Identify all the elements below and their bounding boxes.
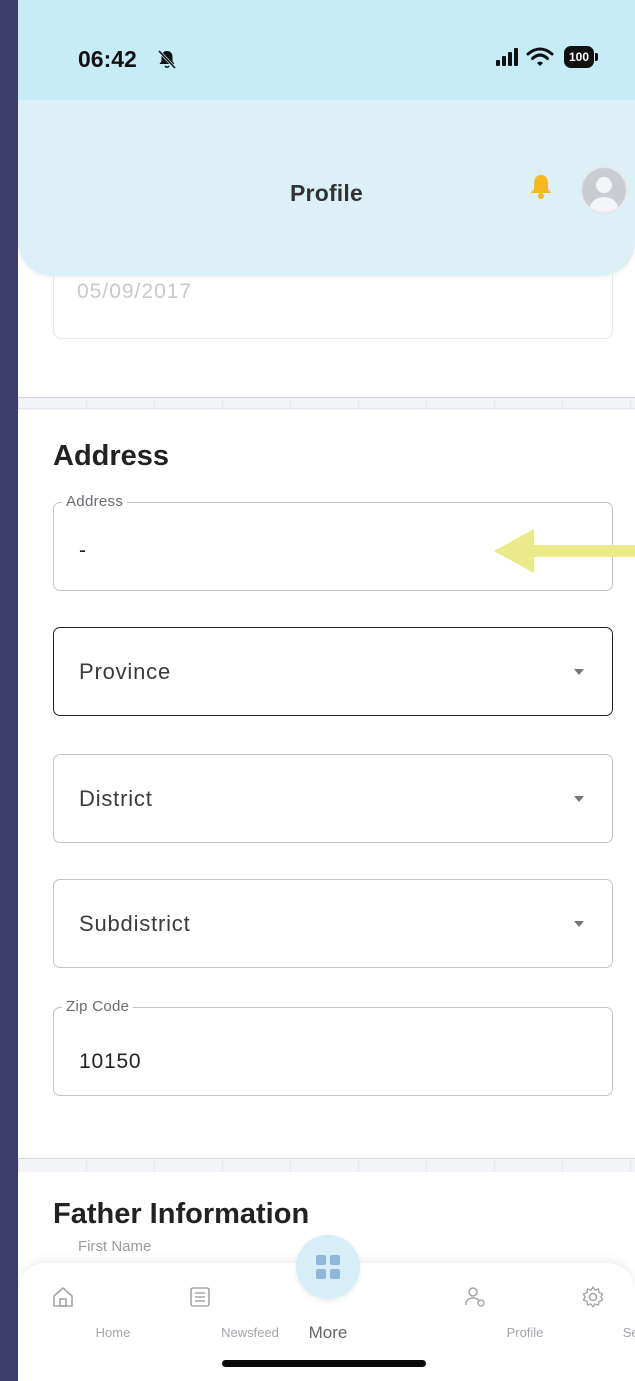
chevron-down-icon bbox=[574, 796, 584, 802]
bell-muted-icon bbox=[156, 48, 178, 75]
subdistrict-select[interactable]: Subdistrict bbox=[53, 879, 613, 968]
home-icon bbox=[51, 1285, 75, 1314]
profile-icon bbox=[463, 1285, 487, 1314]
address-field-value: - bbox=[79, 539, 87, 562]
grid-icon bbox=[315, 1254, 341, 1285]
home-indicator[interactable] bbox=[222, 1360, 426, 1367]
chevron-down-icon bbox=[574, 669, 584, 675]
zip-code-label: Zip Code bbox=[62, 998, 134, 1015]
district-select[interactable]: District bbox=[53, 754, 613, 843]
status-time: 06:42 bbox=[78, 46, 137, 72]
zip-code-value: 10150 bbox=[79, 1050, 142, 1073]
address-field-label: Address bbox=[62, 493, 128, 510]
nav-home-label: Home bbox=[95, 1325, 131, 1340]
newspaper-icon bbox=[188, 1285, 212, 1314]
status-bar: 06:42 100 bbox=[18, 0, 635, 100]
phone-screen: 06:42 100 Profile 05/09/2017 Address Add… bbox=[18, 0, 635, 1381]
address-card: Address Address - Province District Subd… bbox=[18, 410, 635, 1159]
province-placeholder: Province bbox=[79, 659, 171, 684]
nav-profile-label: Profile bbox=[506, 1325, 544, 1340]
annotation-arrow-icon bbox=[494, 527, 635, 580]
chevron-down-icon bbox=[574, 921, 584, 927]
battery-icon: 100 bbox=[564, 46, 598, 68]
zip-code-field[interactable]: Zip Code 10150 bbox=[53, 998, 613, 1096]
province-select[interactable]: Province bbox=[53, 627, 613, 716]
notification-bell-icon[interactable] bbox=[528, 172, 554, 207]
nav-setting-label: Setting bbox=[622, 1325, 635, 1340]
address-section-title: Address bbox=[53, 440, 170, 472]
father-first-name-label: First Name bbox=[78, 1238, 152, 1255]
avatar[interactable] bbox=[580, 166, 628, 214]
nav-more-label: More bbox=[308, 1323, 348, 1342]
district-placeholder: District bbox=[79, 786, 153, 811]
signal-icon bbox=[496, 48, 520, 71]
nav-more[interactable] bbox=[296, 1235, 360, 1299]
nav-newsfeed-label: Newsfeed bbox=[221, 1325, 279, 1340]
app-header: Profile bbox=[18, 100, 635, 276]
subdistrict-placeholder: Subdistrict bbox=[79, 911, 191, 936]
wifi-icon bbox=[526, 46, 554, 73]
gear-icon bbox=[581, 1285, 605, 1314]
birthdate-value: 05/09/2017 bbox=[77, 280, 193, 303]
father-section-title: Father Information bbox=[53, 1198, 310, 1230]
